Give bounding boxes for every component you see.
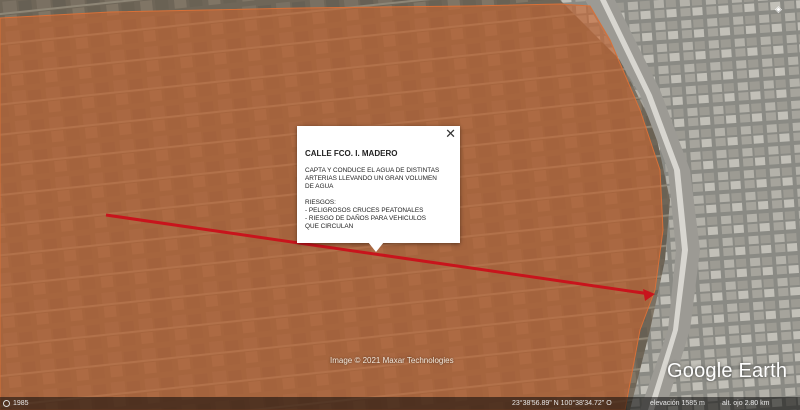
- imagery-year: 1985: [13, 400, 29, 407]
- description-line: ARTERIAS LLEVANDO UN GRAN VOLUMEN: [305, 175, 437, 182]
- info-balloon: ✕ CALLE FCO. I. MADERO CAPTA Y CONDUCE E…: [297, 126, 460, 243]
- balloon-pointer: [368, 242, 384, 252]
- eye-altitude-readout: alt. ojo 2.80 km: [722, 400, 770, 407]
- risk-line: - RIESGO DE DAÑOS PARA VEHICULOS: [305, 215, 426, 222]
- compass-icon[interactable]: ◈: [775, 4, 782, 15]
- risks-label: RIESGOS:: [305, 199, 336, 206]
- historical-imagery-clock-icon[interactable]: [3, 400, 10, 407]
- risk-line: - PELIGROSOS CRUCES PEATONALES: [305, 207, 424, 214]
- risk-line: QUE CIRCULAN: [305, 223, 354, 230]
- close-icon[interactable]: ✕: [445, 127, 456, 140]
- balloon-title: CALLE FCO. I. MADERO: [305, 149, 398, 158]
- google-earth-logo: Google Earth: [667, 360, 788, 382]
- description-line: DE AGUA: [305, 183, 334, 190]
- status-bar: 1985 23°38'56.89" N 100°38'34.72" O elev…: [0, 397, 800, 410]
- elevation-readout: elevación 1585 m: [650, 400, 705, 407]
- imagery-attribution: Image © 2021 Maxar Technologies: [330, 356, 454, 365]
- description-line: CAPTA Y CONDUCE EL AGUA DE DISTINTAS: [305, 167, 440, 174]
- balloon-body: CAPTA Y CONDUCE EL AGUA DE DISTINTAS ART…: [305, 167, 452, 231]
- cursor-coordinates: 23°38'56.89" N 100°38'34.72" O: [512, 400, 612, 407]
